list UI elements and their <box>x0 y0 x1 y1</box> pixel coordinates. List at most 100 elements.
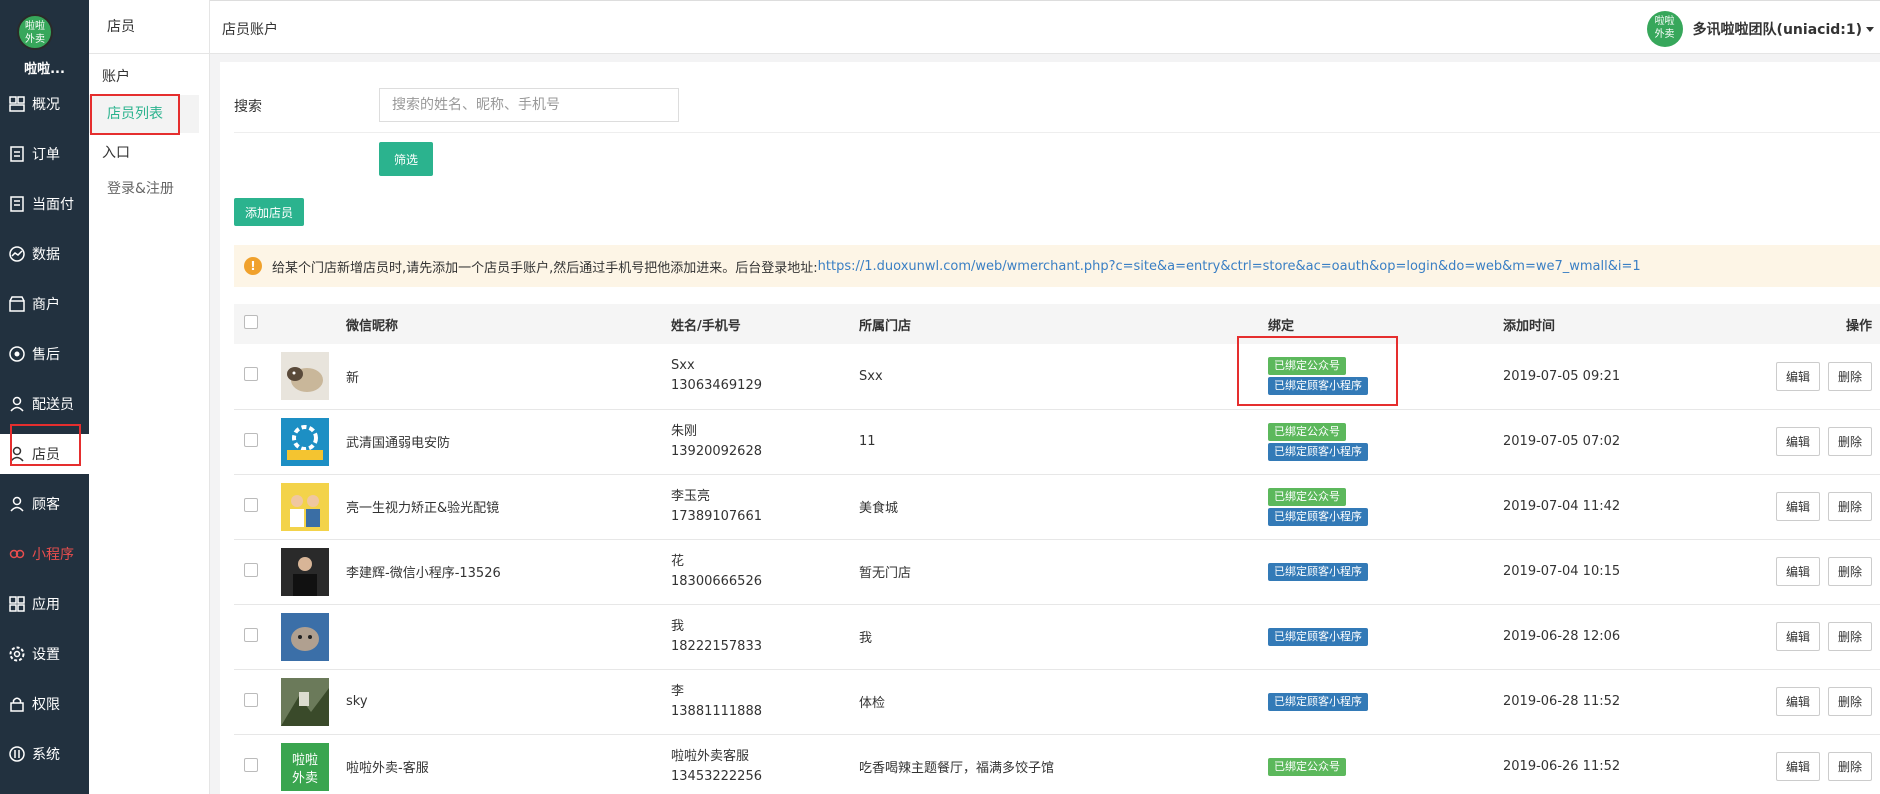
table-row: 李建辉-微信小程序-13526 花 18300666526 暂无门店 已绑定顾客小程序 2… <box>234 539 1880 604</box>
filter-button[interactable]: 筛选 <box>379 142 433 176</box>
brand[interactable]: 啦啦 外卖 啦啦... <box>0 0 89 78</box>
submenu-link-login-register[interactable]: 登录&注册 <box>89 170 199 208</box>
table-row: sky 李 13881111888 体检 已绑定顾客小程序 2019-06-28 11:5… <box>234 669 1880 734</box>
row-checkbox[interactable] <box>244 692 258 707</box>
chart-icon <box>8 245 26 263</box>
edit-button[interactable]: 编辑 <box>1775 622 1820 651</box>
nav-item-9[interactable]: 小程序 <box>0 534 89 574</box>
nav-item-1[interactable]: 订单 <box>0 134 89 174</box>
nav-item-10[interactable]: 应用 <box>0 584 89 624</box>
nav-item-8[interactable]: 顾客 <box>0 484 89 524</box>
cell-bind: 已绑定公众号 <box>1268 734 1503 794</box>
nav-item-4[interactable]: 商户 <box>0 284 89 324</box>
submenu-group-account: 账户 <box>102 69 130 85</box>
table-row: 新 Sxx 13063469129 Sxx 已绑定公众号 已绑定顾客小程序 2019-07-… <box>234 344 1880 409</box>
delete-button[interactable]: 删除 <box>1827 427 1872 456</box>
delete-button[interactable]: 删除 <box>1827 687 1872 716</box>
nav-item-label: 商户 <box>32 297 60 313</box>
cell-phone: 13063469129 <box>671 378 762 394</box>
edit-button[interactable]: 编辑 <box>1775 557 1820 586</box>
cell-nickname: 啦啦外卖-客服 <box>346 761 429 776</box>
nav-item-label: 小程序 <box>32 547 74 563</box>
tag-bound-official-account: 已绑定公众号 <box>1268 422 1346 441</box>
nav-item-6[interactable]: 配送员 <box>0 384 89 424</box>
tag-bound-official-account: 已绑定公众号 <box>1268 757 1346 776</box>
cell-nickname: 李建辉-微信小程序-13526 <box>346 566 501 581</box>
nav-item-label: 概况 <box>32 97 60 113</box>
edit-button[interactable]: 编辑 <box>1775 361 1820 391</box>
nav-item-11[interactable]: 设置 <box>0 634 89 674</box>
cell-nickname: 亮一生视力矫正&验光配镜 <box>346 501 500 516</box>
nav-item-5[interactable]: 售后 <box>0 334 89 374</box>
tag-bound-official-account: 已绑定公众号 <box>1268 487 1346 506</box>
cell-phone: 13920092628 <box>671 443 762 459</box>
nav-item-label: 配送员 <box>32 397 74 413</box>
cell-time: 2019-06-26 11:52 <box>1503 759 1621 774</box>
cell-nickname: 武清国通弱电安防 <box>346 436 451 451</box>
row-checkbox[interactable] <box>244 562 258 577</box>
tag-bound-mini-program: 已绑定顾客小程序 <box>1268 627 1368 646</box>
cell-time: 2019-06-28 11:52 <box>1503 694 1621 709</box>
cell-bind: 已绑定公众号 已绑定顾客小程序 <box>1268 474 1503 539</box>
main-content: 搜索 筛选 添加店员 ! 给某个门店新增店员时,请先添加一个店员手账户,然后通过… <box>210 54 1880 794</box>
store-icon <box>8 295 26 313</box>
avatar <box>281 547 329 596</box>
row-checkbox[interactable] <box>244 367 258 382</box>
header-ops: 操作 <box>1845 318 1872 334</box>
user-icon <box>8 495 26 513</box>
edit-button[interactable]: 编辑 <box>1775 427 1820 456</box>
cell-nickname: sky <box>346 694 368 709</box>
delete-button[interactable]: 删除 <box>1827 557 1872 586</box>
delete-button[interactable]: 删除 <box>1827 492 1872 521</box>
row-checkbox[interactable] <box>244 757 258 772</box>
staff-table: 微信昵称 姓名/手机号 所属门店 绑定 添加时间 操作 新 Sxx 13063469… <box>234 304 1880 794</box>
nav-item-12[interactable]: 权限 <box>0 684 89 724</box>
cell-phone: 18222157833 <box>671 638 762 654</box>
edit-button[interactable]: 编辑 <box>1775 687 1820 716</box>
notice-login-link[interactable]: https://1.duoxunwl.com/web/wmerchant.php… <box>818 259 1641 274</box>
table-row: 啦啦 外卖 啦啦外卖-客服 啦啦外卖客服 13453222256 吃香喝辣主题餐厅，福满多… <box>234 734 1880 794</box>
edit-button[interactable]: 编辑 <box>1775 752 1820 781</box>
apps-icon <box>8 595 26 613</box>
user-name: 多讯啦啦团队(uniacid:1) <box>1692 22 1862 38</box>
cell-name: 李玉亮 <box>671 488 711 504</box>
delete-button[interactable]: 删除 <box>1827 361 1872 391</box>
brand-logo: 啦啦 外卖 <box>17 14 53 50</box>
nav-item-0[interactable]: 概况 <box>0 84 89 124</box>
highlight-box <box>90 94 180 135</box>
nav-item-3[interactable]: 数据 <box>0 234 89 274</box>
cell-phone: 17389107661 <box>671 508 762 524</box>
cell-name: 啦啦外卖客服 <box>671 748 750 764</box>
add-staff-button[interactable]: 添加店员 <box>234 198 304 226</box>
row-checkbox[interactable] <box>244 627 258 642</box>
nav-item-13[interactable]: 系统 <box>0 734 89 774</box>
select-all-checkbox[interactable] <box>244 315 258 329</box>
brand-name: 啦啦... <box>24 62 65 77</box>
cell-time: 2019-07-05 09:21 <box>1503 368 1621 384</box>
header-time: 添加时间 <box>1503 318 1556 334</box>
row-checkbox[interactable] <box>244 497 258 512</box>
user-menu[interactable]: 啦啦 外卖 多讯啦啦团队(uniacid:1) <box>1646 11 1874 47</box>
delete-button[interactable]: 删除 <box>1827 752 1872 781</box>
nav-item-label: 应用 <box>32 597 60 613</box>
delete-button[interactable]: 删除 <box>1827 622 1872 651</box>
cell-name: 花 <box>671 553 685 569</box>
cell-bind: 已绑定顾客小程序 <box>1268 604 1503 669</box>
info-icon: ! <box>244 257 262 275</box>
search-input[interactable] <box>379 88 679 122</box>
cell-phone: 18300666526 <box>671 573 762 589</box>
cell-name: 我 <box>671 618 685 634</box>
table-row: 武清国通弱电安防 朱刚 13920092628 11 已绑定公众号 已绑定顾客小程序 201… <box>234 409 1880 474</box>
tag-bound-mini-program: 已绑定顾客小程序 <box>1268 562 1368 581</box>
cell-store: 11 <box>859 434 876 449</box>
nav-item-2[interactable]: 当面付 <box>0 184 89 224</box>
edit-button[interactable]: 编辑 <box>1775 492 1820 521</box>
avatar <box>281 677 329 726</box>
cell-bind: 已绑定顾客小程序 <box>1268 669 1503 734</box>
dashboard-icon <box>8 95 26 113</box>
row-checkbox[interactable] <box>244 432 258 447</box>
cell-time: 2019-07-04 10:15 <box>1503 564 1621 579</box>
cell-time: 2019-06-28 12:06 <box>1503 629 1621 644</box>
cell-bind: 已绑定公众号 已绑定顾客小程序 <box>1268 409 1503 474</box>
nav-item-label: 数据 <box>32 247 60 263</box>
